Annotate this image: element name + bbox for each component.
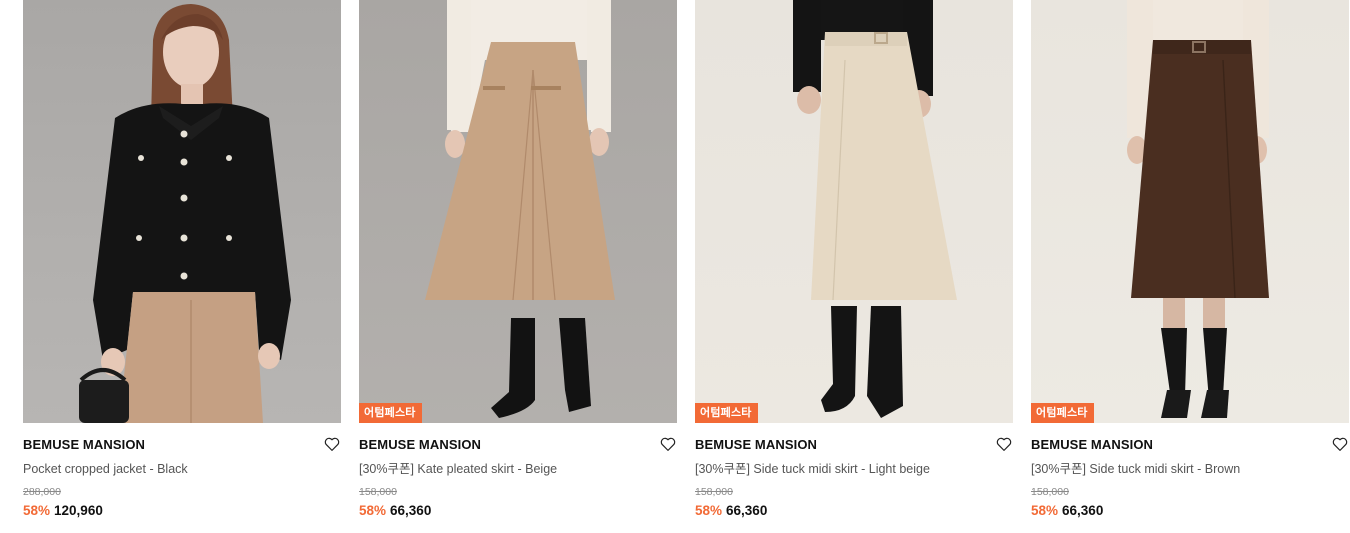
discount-rate: 58% bbox=[359, 503, 387, 518]
brand-name[interactable]: BEMUSE MANSION bbox=[23, 437, 341, 453]
product-card[interactable]: BEMUSE MANSION Pocket cropped jacket - B… bbox=[23, 0, 341, 533]
product-info: BEMUSE MANSION Pocket cropped jacket - B… bbox=[23, 423, 341, 519]
heart-outline-icon[interactable] bbox=[1331, 435, 1349, 453]
product-card[interactable]: 어텀페스타 BEMUSE MANSION [30%쿠폰] Kate pleate… bbox=[359, 0, 677, 533]
original-price: 288,000 bbox=[23, 486, 61, 498]
sale-price-line: 58% 66,360 bbox=[359, 503, 677, 519]
product-info: BEMUSE MANSION [30%쿠폰] Side tuck midi sk… bbox=[695, 423, 1013, 519]
product-name[interactable]: Pocket cropped jacket - Black bbox=[23, 461, 341, 477]
discount-rate: 58% bbox=[23, 503, 51, 518]
event-badge: 어텀페스타 bbox=[359, 403, 422, 423]
sale-price-line: 58% 66,360 bbox=[1031, 503, 1349, 519]
product-card[interactable]: 어텀페스타 BEMUSE MANSION [30%쿠폰] Side tuck m… bbox=[1031, 0, 1349, 533]
heart-outline-icon[interactable] bbox=[995, 435, 1013, 453]
model-photo-brown-skirt bbox=[1127, 0, 1269, 418]
event-badge: 어텀페스타 bbox=[695, 403, 758, 423]
original-price: 158,000 bbox=[695, 486, 733, 498]
model-photo-pleated-skirt bbox=[425, 0, 615, 418]
discount-rate: 58% bbox=[695, 503, 723, 518]
product-name[interactable]: [30%쿠폰] Side tuck midi skirt - Brown bbox=[1031, 461, 1349, 477]
event-badge: 어텀페스타 bbox=[1031, 403, 1094, 423]
sale-price: 120,960 bbox=[54, 503, 103, 518]
product-image[interactable]: 어텀페스타 bbox=[359, 0, 677, 423]
sale-price: 66,360 bbox=[1062, 503, 1104, 518]
sale-price-line: 58% 120,960 bbox=[23, 503, 341, 519]
product-name[interactable]: [30%쿠폰] Side tuck midi skirt - Light bei… bbox=[695, 461, 1013, 477]
product-card[interactable]: 어텀페스타 BEMUSE MANSION [30%쿠폰] Side tuck m… bbox=[695, 0, 1013, 533]
model-photo-light-beige-skirt bbox=[793, 0, 957, 418]
original-price: 158,000 bbox=[359, 486, 397, 498]
heart-outline-icon[interactable] bbox=[323, 435, 341, 453]
product-info: BEMUSE MANSION [30%쿠폰] Kate pleated skir… bbox=[359, 423, 677, 519]
original-price: 158,000 bbox=[1031, 486, 1069, 498]
product-info: BEMUSE MANSION [30%쿠폰] Side tuck midi sk… bbox=[1031, 423, 1349, 519]
brand-name[interactable]: BEMUSE MANSION bbox=[695, 437, 1013, 453]
sale-price: 66,360 bbox=[390, 503, 432, 518]
heart-outline-icon[interactable] bbox=[659, 435, 677, 453]
product-image[interactable]: 어텀페스타 bbox=[695, 0, 1013, 423]
model-photo-jacket bbox=[79, 4, 291, 423]
brand-name[interactable]: BEMUSE MANSION bbox=[1031, 437, 1349, 453]
product-image[interactable]: 어텀페스타 bbox=[1031, 0, 1349, 423]
discount-rate: 58% bbox=[1031, 503, 1059, 518]
product-grid: BEMUSE MANSION Pocket cropped jacket - B… bbox=[0, 0, 1350, 533]
product-name[interactable]: [30%쿠폰] Kate pleated skirt - Beige bbox=[359, 461, 677, 477]
sale-price-line: 58% 66,360 bbox=[695, 503, 1013, 519]
product-image[interactable] bbox=[23, 0, 341, 423]
brand-name[interactable]: BEMUSE MANSION bbox=[359, 437, 677, 453]
sale-price: 66,360 bbox=[726, 503, 768, 518]
